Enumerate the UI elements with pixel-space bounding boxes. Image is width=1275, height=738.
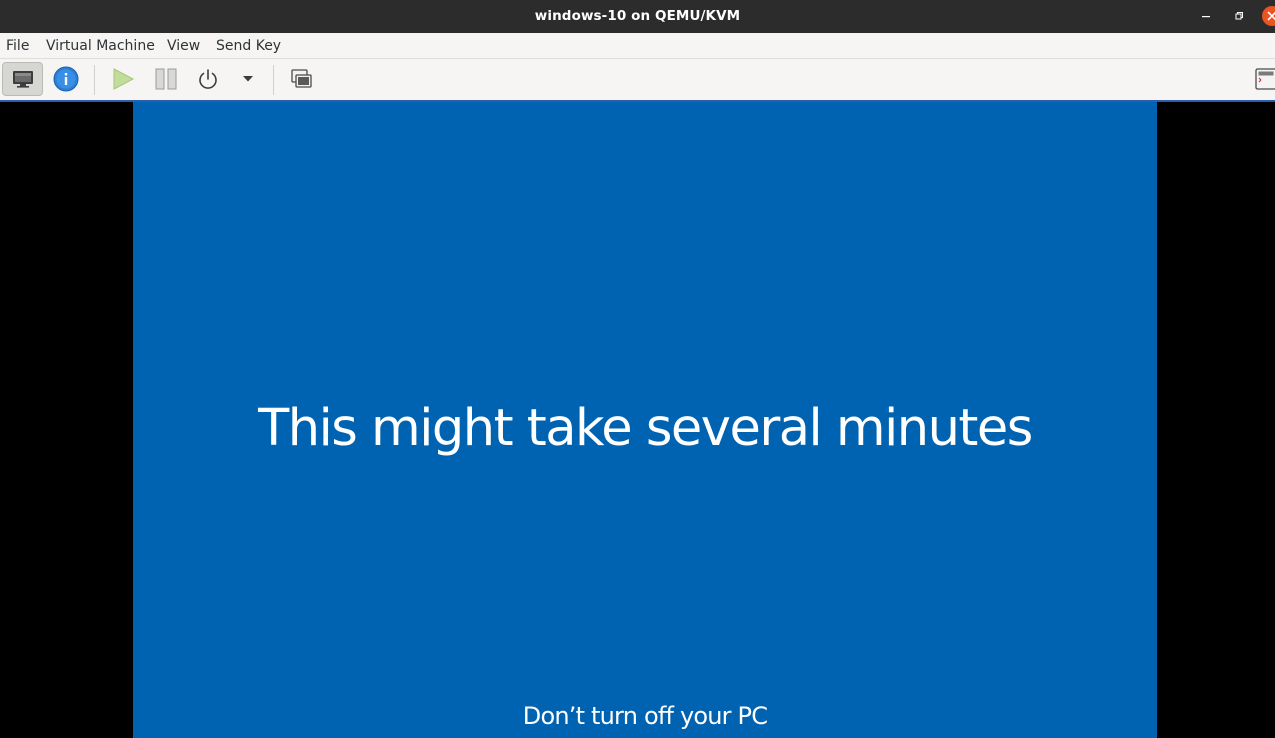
shutdown-button[interactable] <box>188 62 228 96</box>
fullscreen-button[interactable] <box>1250 62 1275 96</box>
restore-button[interactable] <box>1231 7 1249 25</box>
menu-bar: File Virtual Machine View Send Key <box>0 33 1275 59</box>
close-icon <box>1267 11 1275 21</box>
show-console-button[interactable] <box>2 62 43 96</box>
menu-send-key[interactable]: Send Key <box>216 33 281 58</box>
minimize-icon <box>1202 16 1210 18</box>
play-icon <box>113 68 135 90</box>
power-icon <box>199 69 217 89</box>
toolbar-separator <box>273 65 274 95</box>
shutdown-menu-button[interactable] <box>236 62 260 96</box>
menu-view[interactable]: View <box>167 33 200 58</box>
pause-icon <box>155 68 177 90</box>
setup-sub-message: Don’t turn off your PC <box>522 702 768 730</box>
window-title: windows-10 on QEMU/KVM <box>534 8 741 24</box>
fullscreen-icon <box>1254 68 1275 90</box>
minimize-button[interactable] <box>1197 7 1215 25</box>
guest-screen[interactable]: This might take several minutes Don’t tu… <box>133 102 1157 738</box>
dropdown-arrow-icon <box>243 76 253 82</box>
close-button[interactable] <box>1262 6 1275 26</box>
menu-virtual-machine[interactable]: Virtual Machine <box>46 33 155 58</box>
run-button[interactable] <box>103 62 143 96</box>
toolbar <box>0 59 1275 102</box>
snapshots-icon <box>291 69 312 88</box>
manage-snapshots-button[interactable] <box>282 62 322 96</box>
vm-display[interactable]: This might take several minutes Don’t tu… <box>0 102 1275 738</box>
monitor-icon <box>12 71 33 88</box>
virt-manager-window: windows-10 on QEMU/KVM File Virtual Mach… <box>0 0 1275 738</box>
show-details-button[interactable] <box>46 62 86 96</box>
restore-icon <box>1235 12 1243 20</box>
menu-file[interactable]: File <box>6 33 29 58</box>
pause-button[interactable] <box>146 62 186 96</box>
setup-main-message: This might take several minutes <box>258 399 1033 458</box>
title-bar[interactable]: windows-10 on QEMU/KVM <box>0 0 1275 33</box>
info-icon <box>53 66 79 92</box>
toolbar-separator <box>94 65 95 95</box>
